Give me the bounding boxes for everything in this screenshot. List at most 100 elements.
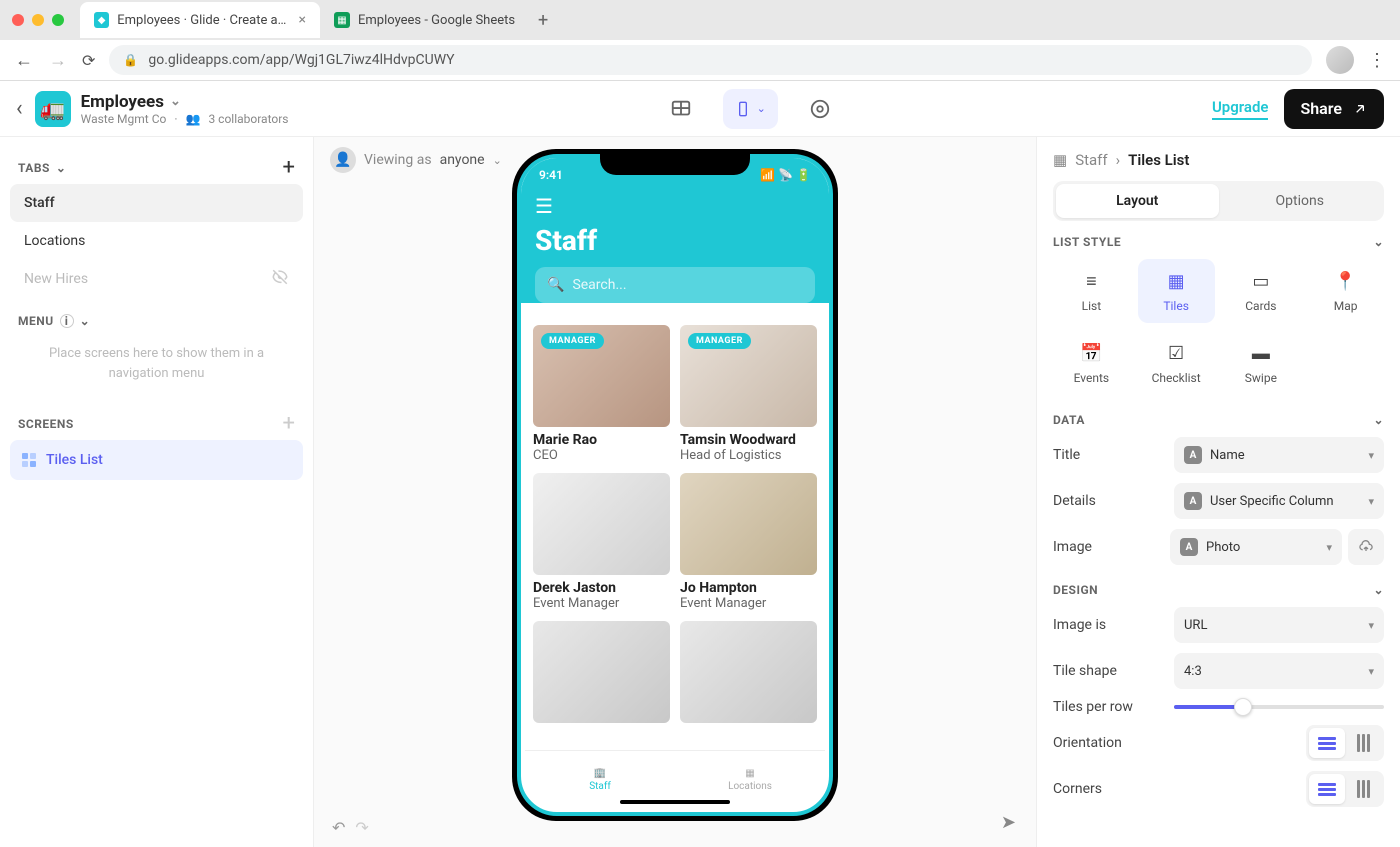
tablet-view-icon[interactable]	[663, 91, 699, 127]
tile-image: MANAGER	[680, 325, 817, 427]
redo-icon[interactable]: ↷	[355, 818, 368, 837]
prop-tiles-per-row-label: Tiles per row	[1053, 699, 1133, 715]
nav-forward-icon[interactable]: →	[48, 50, 68, 71]
address-bar: ← → ⟳ 🔒 go.glideapps.com/app/Wgj1GL7iwz4…	[0, 40, 1400, 80]
phone-preview: 9:41 📶 📡 🔋 ☰ Staff 🔍 Search... MAN	[512, 149, 838, 821]
tile-badge: MANAGER	[541, 333, 604, 349]
prop-image-select[interactable]: A Photo	[1170, 529, 1342, 565]
chevron-down-icon[interactable]: ⌄	[56, 161, 67, 175]
tab-label: Employees · Glide · Create apps	[117, 13, 290, 28]
prop-details-select[interactable]: A User Specific Column	[1174, 483, 1384, 519]
browser-menu-icon[interactable]: ⋮	[1368, 50, 1386, 71]
search-icon: 🔍	[547, 277, 564, 293]
upgrade-link[interactable]: Upgrade	[1212, 98, 1269, 120]
breadcrumb: ▦ Staff › Tiles List	[1053, 151, 1384, 169]
vertical-lines-icon	[1356, 734, 1370, 752]
tile-item[interactable]: MANAGER Tamsin Woodward Head of Logistic…	[680, 325, 817, 463]
right-controls: Upgrade Share	[1212, 89, 1384, 129]
vertical-lines-icon	[1356, 780, 1370, 798]
chevron-down-icon[interactable]: ⌄	[1373, 413, 1384, 427]
map-pin-icon: 📍	[1334, 269, 1358, 293]
tile-item[interactable]: Derek Jaston Event Manager	[533, 473, 670, 611]
orientation-vertical[interactable]	[1345, 728, 1381, 758]
undo-icon[interactable]: ↶	[332, 818, 345, 837]
style-swipe[interactable]: ▬Swipe	[1223, 331, 1300, 395]
add-tab-button[interactable]: +	[283, 155, 295, 180]
app-icon: 🚛	[35, 91, 71, 127]
style-map[interactable]: 📍Map	[1307, 259, 1384, 323]
settings-gear-icon[interactable]	[802, 91, 838, 127]
glide-favicon: ◆	[94, 12, 109, 28]
hidden-icon[interactable]	[271, 268, 289, 290]
viewing-as-pill[interactable]: 👤 Viewing as anyone ⌄	[330, 147, 502, 173]
tabs-section-header: TABS ⌄ +	[10, 151, 303, 184]
app-name-chevron-icon[interactable]: ⌄	[170, 94, 181, 109]
tiles-icon: ▦	[1164, 269, 1188, 293]
prop-title-select[interactable]: A Name	[1174, 437, 1384, 473]
chevron-down-icon[interactable]: ⌄	[1373, 583, 1384, 597]
style-cards[interactable]: ▭Cards	[1223, 259, 1300, 323]
new-tab-button[interactable]: +	[529, 6, 557, 34]
chevron-down-icon: ⌄	[757, 102, 766, 115]
info-icon[interactable]: i	[60, 314, 74, 328]
prop-image-is-select[interactable]: URL	[1174, 607, 1384, 643]
prop-image-label: Image	[1053, 539, 1092, 555]
prop-tile-shape-select[interactable]: 4:3	[1174, 653, 1384, 689]
app-bar: ‹ 🚛 Employees ⌄ Waste Mgmt Co · 👥 3 coll…	[0, 81, 1400, 137]
back-button-icon[interactable]: ‹	[16, 96, 23, 121]
corners-option-b[interactable]	[1345, 774, 1381, 804]
text-type-icon: A	[1184, 492, 1202, 510]
hamburger-icon[interactable]: ☰	[535, 194, 553, 218]
tile-image: MANAGER	[533, 325, 670, 427]
phone-notch	[600, 149, 750, 175]
orientation-horizontal[interactable]	[1309, 728, 1345, 758]
close-tab-icon[interactable]: ×	[299, 12, 306, 28]
tab-item-staff[interactable]: Staff	[10, 184, 303, 222]
profile-avatar[interactable]	[1326, 46, 1354, 74]
browser-tab-glide[interactable]: ◆ Employees · Glide · Create apps ×	[80, 2, 320, 38]
add-screen-button[interactable]: +	[283, 411, 295, 436]
segment-options[interactable]: Options	[1219, 184, 1382, 218]
upload-image-button[interactable]	[1348, 529, 1384, 565]
share-button[interactable]: Share	[1284, 89, 1384, 129]
segment-control: Layout Options	[1053, 181, 1384, 221]
search-input[interactable]: 🔍 Search...	[535, 267, 815, 303]
tab-item-locations[interactable]: Locations	[10, 222, 303, 260]
tile-item[interactable]	[680, 621, 817, 723]
browser-tab-sheets[interactable]: ▦ Employees - Google Sheets	[320, 2, 529, 38]
style-checklist[interactable]: ☑Checklist	[1138, 331, 1215, 395]
window-close[interactable]	[12, 14, 24, 26]
breadcrumb-parent[interactable]: Staff	[1075, 151, 1107, 169]
tab-label: Staff	[589, 781, 611, 792]
collaborators-count: 3 collaborators	[208, 112, 288, 126]
url-field[interactable]: 🔒 go.glideapps.com/app/Wgj1GL7iwz4lHdvpC…	[109, 45, 1312, 75]
tab-label: Locations	[728, 781, 772, 792]
tile-item[interactable]: MANAGER Marie Rao CEO	[533, 325, 670, 463]
chevron-right-icon: ›	[1116, 151, 1121, 169]
share-label: Share	[1300, 99, 1342, 118]
viewing-value: anyone	[440, 152, 485, 168]
window-minimize[interactable]	[32, 14, 44, 26]
locations-icon: ▦	[745, 768, 754, 779]
slider-thumb[interactable]	[1234, 698, 1252, 716]
phone-view-button[interactable]: ⌄	[723, 89, 778, 129]
phone-body: MANAGER Marie Rao CEO MANAGER Tamsin Woo…	[521, 315, 829, 743]
tab-item-new-hires[interactable]: New Hires	[10, 260, 303, 298]
reload-icon[interactable]: ⟳	[82, 51, 95, 70]
traffic-lights	[12, 14, 64, 26]
segment-layout[interactable]: Layout	[1056, 184, 1219, 218]
design-label: DESIGN	[1053, 583, 1098, 597]
window-maximize[interactable]	[52, 14, 64, 26]
chevron-down-icon[interactable]: ⌄	[1373, 235, 1384, 249]
style-events[interactable]: 📅Events	[1053, 331, 1130, 395]
style-list[interactable]: ≡List	[1053, 259, 1130, 323]
tiles-per-row-slider[interactable]	[1174, 705, 1384, 709]
style-tiles[interactable]: ▦Tiles	[1138, 259, 1215, 323]
text-type-icon: A	[1184, 446, 1202, 464]
nav-back-icon[interactable]: ←	[14, 50, 34, 71]
tile-item[interactable]: Jo Hampton Event Manager	[680, 473, 817, 611]
tile-item[interactable]	[533, 621, 670, 723]
screen-item-tiles-list[interactable]: Tiles List	[10, 440, 303, 480]
corners-option-a[interactable]	[1309, 774, 1345, 804]
chevron-down-icon[interactable]: ⌄	[80, 314, 91, 328]
